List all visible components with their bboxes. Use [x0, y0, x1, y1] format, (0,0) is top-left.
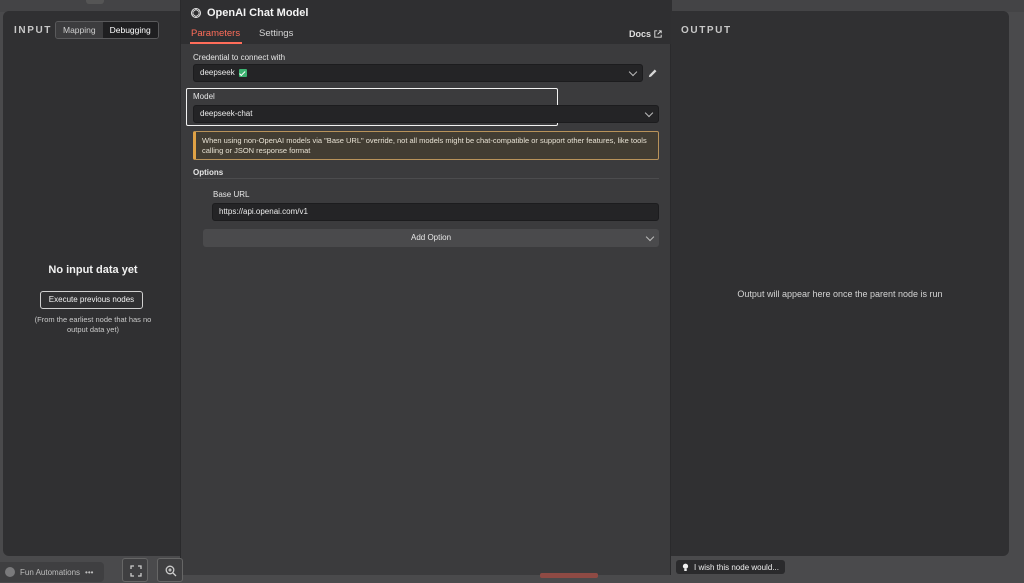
modal-tabs: Parameters Settings	[181, 28, 672, 44]
workspace-more-icon: •••	[85, 567, 94, 577]
edit-pencil-icon[interactable]	[647, 68, 658, 79]
credential-value: deepseek	[200, 68, 235, 77]
input-view-toggle: Mapping Debugging	[55, 21, 159, 39]
top-bar-button[interactable]	[86, 0, 104, 4]
model-value: deepseek-chat	[200, 109, 253, 118]
tab-parameters[interactable]: Parameters	[190, 28, 243, 44]
modal-title-row: OpenAI Chat Model	[190, 7, 308, 19]
chevron-down-icon	[644, 108, 654, 118]
model-label: Model	[193, 92, 215, 101]
output-panel: OUTPUT Output will appear here once the …	[671, 11, 1009, 556]
options-label: Options	[193, 168, 224, 177]
add-option-button[interactable]: Add Option	[203, 229, 659, 247]
docs-link[interactable]: Docs	[629, 29, 662, 39]
modal-title: OpenAI Chat Model	[207, 7, 309, 19]
modal-header: OpenAI Chat Model Parameters Settings Do…	[181, 0, 672, 44]
input-panel-title: INPUT	[14, 25, 52, 36]
zoom-in-button[interactable]	[157, 558, 183, 582]
external-link-icon	[654, 30, 662, 38]
execute-previous-nodes-button[interactable]: Execute previous nodes	[40, 291, 143, 309]
credential-select[interactable]: deepseek	[193, 64, 643, 82]
output-empty-message: Output will appear here once the parent …	[737, 289, 943, 299]
input-empty-hint: (From the earliest node that has no outp…	[34, 315, 152, 334]
docs-label: Docs	[628, 29, 651, 39]
input-panel: INPUT Mapping Debugging No input data ye…	[3, 11, 183, 556]
input-empty-title: No input data yet	[48, 264, 138, 276]
workspace-avatar	[5, 567, 15, 577]
add-option-label: Add Option	[410, 233, 452, 242]
credential-label: Credential to connect with	[193, 53, 286, 62]
chevron-down-icon	[645, 232, 655, 242]
options-divider	[193, 178, 659, 179]
fit-view-button[interactable]	[122, 558, 148, 582]
feedback-link[interactable]: I wish this node would...	[676, 560, 785, 574]
output-panel-title: OUTPUT	[681, 25, 732, 36]
node-parameters-modal: OpenAI Chat Model Parameters Settings Do…	[180, 0, 672, 575]
openai-logo-icon	[191, 8, 201, 18]
model-select[interactable]: deepseek-chat	[193, 105, 659, 123]
workspace-name: Fun Automations	[20, 567, 81, 577]
lightbulb-icon	[682, 563, 689, 571]
zoom-in-icon	[165, 565, 177, 577]
workspace-switcher[interactable]: Fun Automations •••	[0, 562, 104, 582]
toggle-mapping[interactable]: Mapping	[56, 22, 103, 38]
toggle-debugging[interactable]: Debugging	[102, 22, 158, 38]
base-url-input[interactable]: https://api.openai.com/v1	[212, 203, 659, 221]
chevron-down-icon	[628, 67, 638, 77]
execute-workflow-button[interactable]	[540, 573, 598, 578]
feedback-label: I wish this node would...	[694, 562, 779, 572]
verified-check-icon	[238, 69, 247, 77]
base-url-label: Base URL	[213, 190, 250, 199]
fullscreen-icon	[130, 565, 142, 577]
base-url-value: https://api.openai.com/v1	[219, 207, 308, 216]
compatibility-notice: When using non-OpenAI models via "Base U…	[193, 131, 659, 160]
tab-settings[interactable]: Settings	[259, 28, 293, 42]
